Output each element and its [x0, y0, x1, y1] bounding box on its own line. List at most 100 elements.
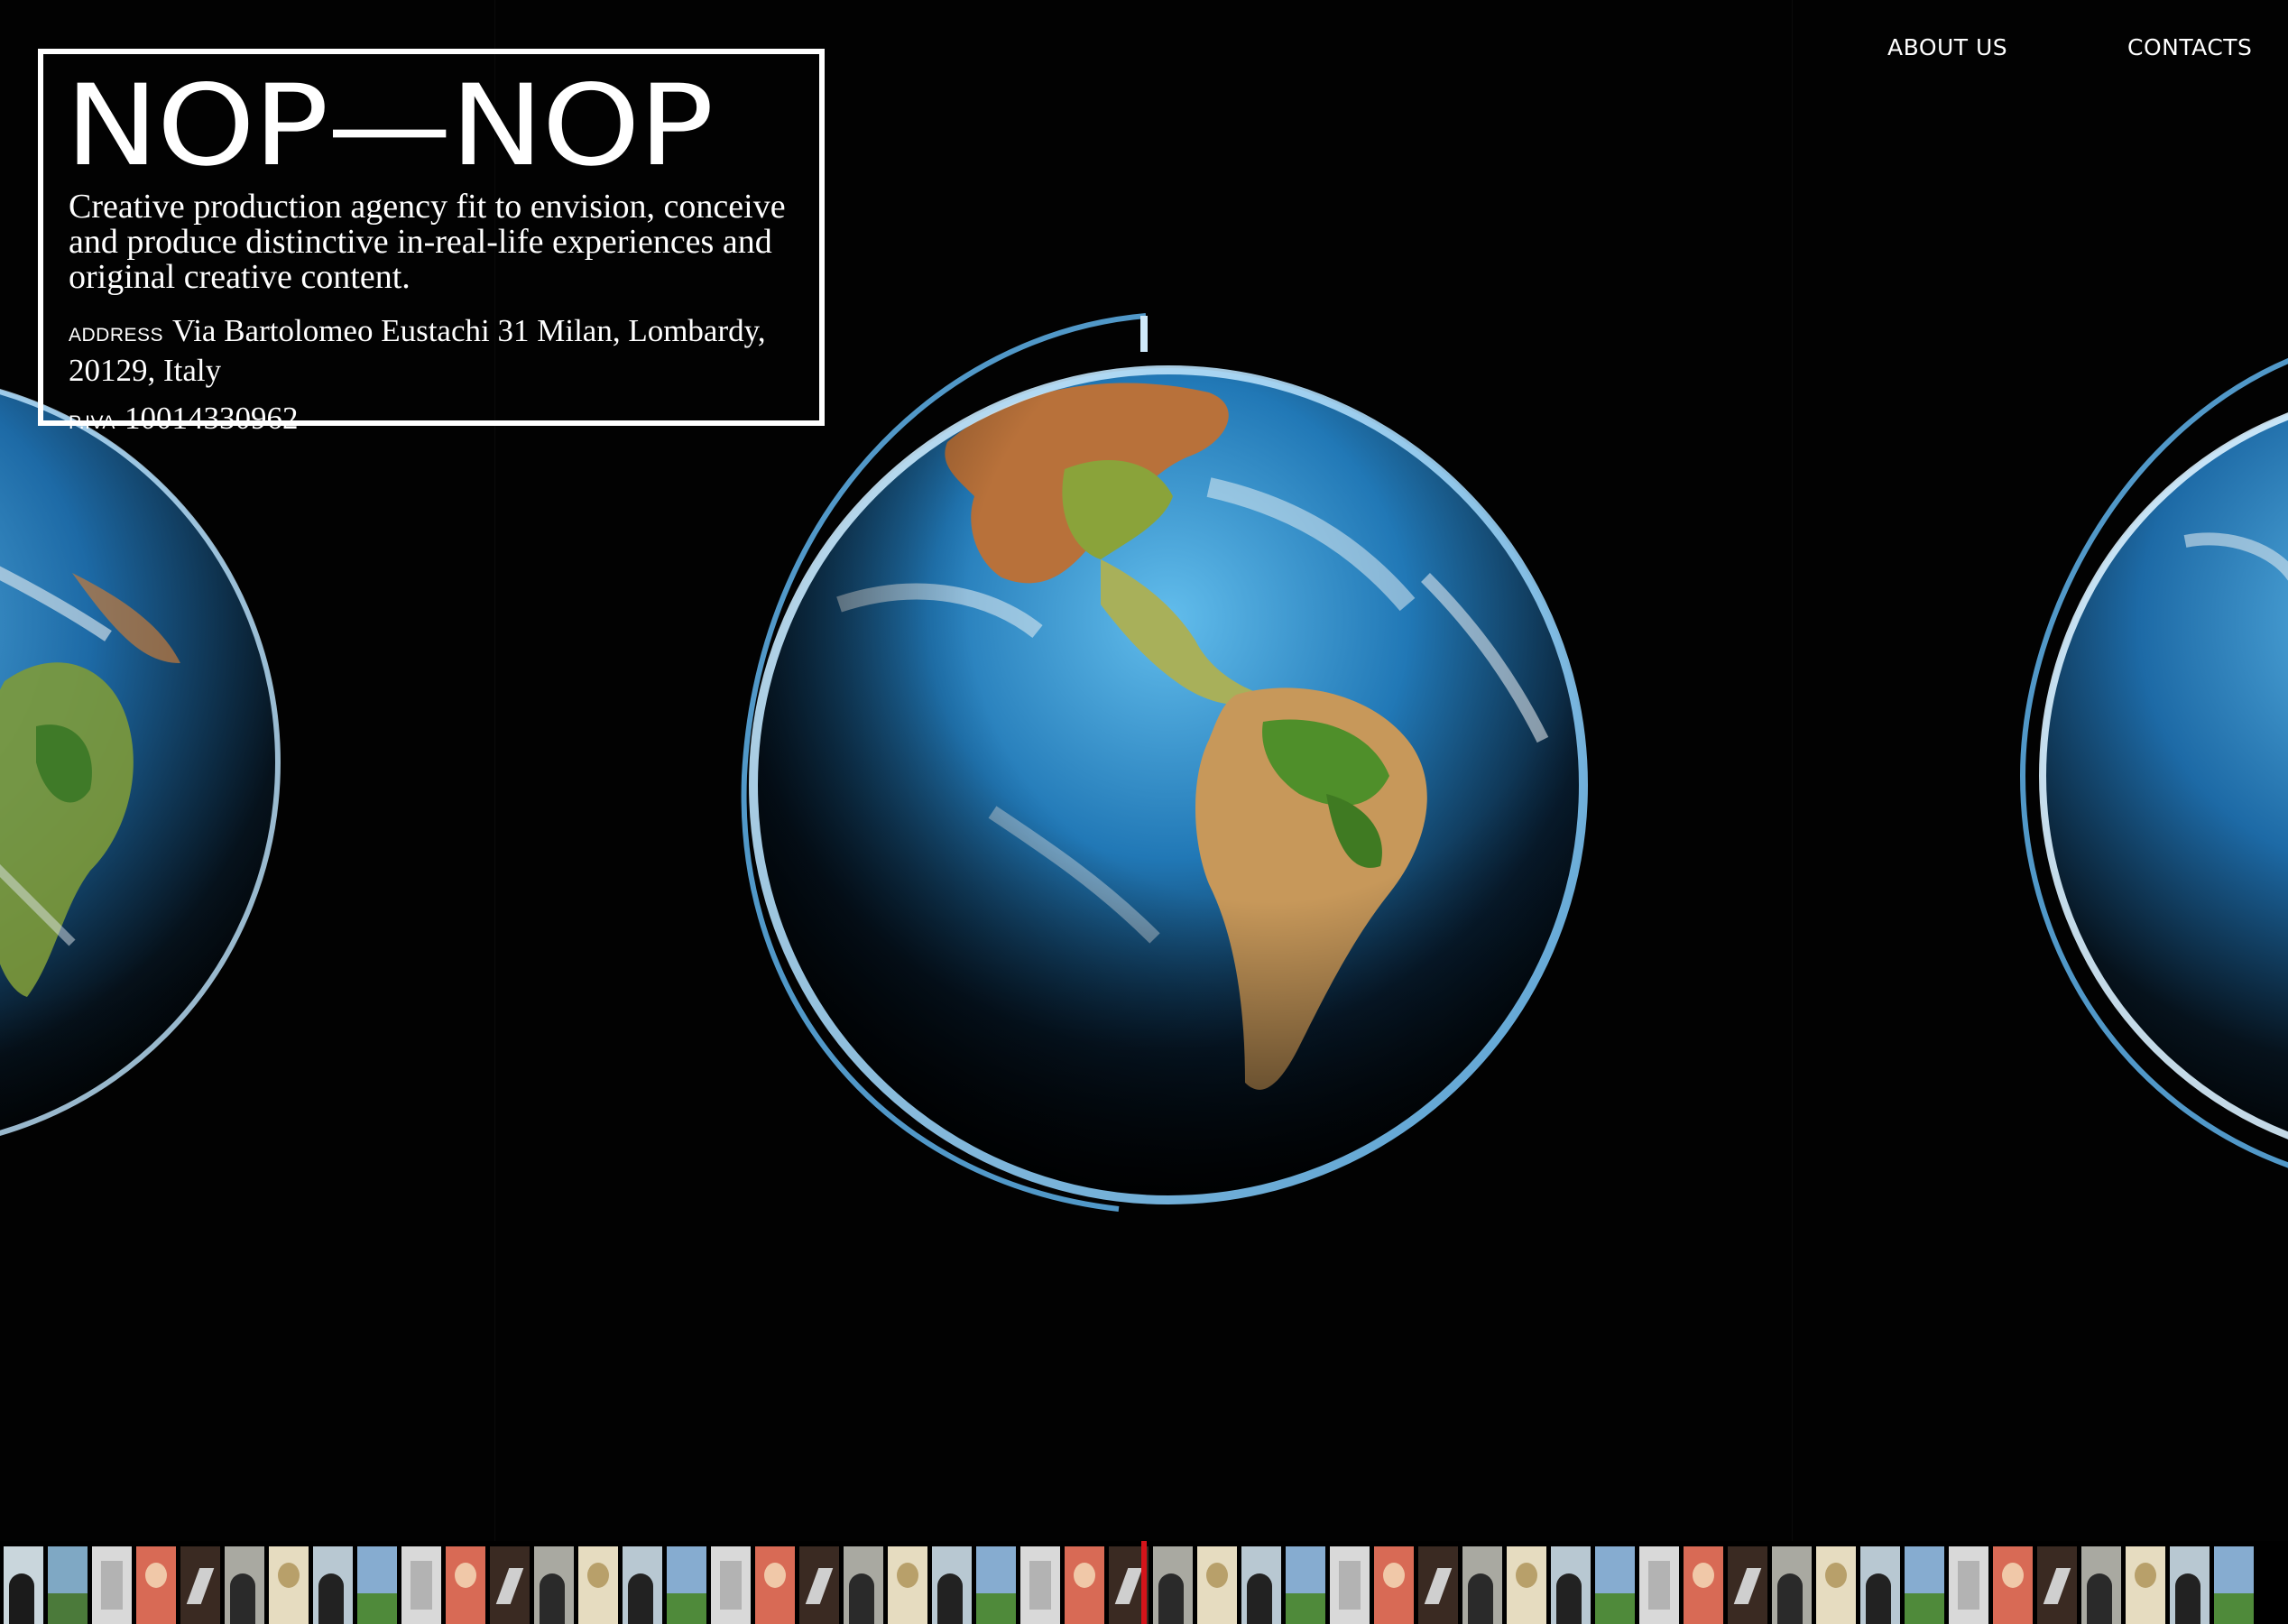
thumbnail-figure — [1733, 1568, 1762, 1604]
thumbnail-figure — [186, 1568, 215, 1604]
thumbnail-figure — [1648, 1561, 1670, 1610]
nav-contacts[interactable]: CONTACTS — [2127, 34, 2252, 60]
thumbnail[interactable] — [269, 1546, 309, 1624]
thumbnail[interactable] — [623, 1546, 662, 1624]
thumbnail[interactable] — [667, 1546, 706, 1624]
playhead-indicator[interactable] — [1141, 1541, 1147, 1624]
thumbnail[interactable] — [799, 1546, 839, 1624]
thumbnail[interactable] — [1860, 1546, 1900, 1624]
thumbnail[interactable] — [92, 1546, 132, 1624]
thumbnail-figure — [2087, 1573, 2112, 1624]
address-value: Via Bartolomeo Eustachi 31 Milan, Lombar… — [69, 313, 766, 388]
thumbnail-figure — [849, 1573, 874, 1624]
thumbnail[interactable] — [1197, 1546, 1237, 1624]
thumbnail[interactable] — [1065, 1546, 1104, 1624]
thumbnail[interactable] — [225, 1546, 264, 1624]
thumbnail[interactable] — [1816, 1546, 1856, 1624]
piva-value: 10014330962 — [124, 401, 299, 436]
thumbnail[interactable] — [1330, 1546, 1370, 1624]
thumbnail[interactable] — [755, 1546, 795, 1624]
thumbnail[interactable] — [357, 1546, 397, 1624]
thumbnail[interactable] — [932, 1546, 972, 1624]
thumbnail-figure — [1905, 1593, 1944, 1624]
thumbnail-figure — [278, 1563, 300, 1588]
thumbnail[interactable] — [401, 1546, 441, 1624]
thumbnail-figure — [1556, 1573, 1582, 1624]
thumbnail-figure — [455, 1563, 476, 1588]
thumbnail[interactable] — [976, 1546, 1016, 1624]
thumbnail[interactable] — [1993, 1546, 2033, 1624]
thumbnail-figure — [495, 1568, 524, 1604]
thumbnail-figure — [48, 1593, 88, 1624]
vat-number: P.IVA 10014330962 — [69, 401, 794, 440]
thumbnail-figure — [9, 1573, 34, 1624]
address-label: ADDRESS — [69, 325, 164, 346]
thumbnail[interactable] — [1772, 1546, 1812, 1624]
thumbnail-figure — [2002, 1563, 2024, 1588]
thumbnail[interactable] — [4, 1546, 43, 1624]
thumbnail-figure — [805, 1568, 834, 1604]
thumbnail[interactable] — [136, 1546, 176, 1624]
globe-right — [2005, 343, 2288, 1209]
thumbnail[interactable] — [1286, 1546, 1325, 1624]
thumbnail[interactable] — [2170, 1546, 2210, 1624]
thumbnail[interactable] — [48, 1546, 88, 1624]
thumbnail-figure — [230, 1573, 255, 1624]
thumbnail[interactable] — [1905, 1546, 1944, 1624]
thumbnail-figure — [1958, 1561, 1979, 1610]
nav-about-us[interactable]: ABOUT US — [1887, 34, 2007, 60]
thumbnail-figure — [1383, 1563, 1405, 1588]
thumbnail-track — [4, 1546, 2254, 1624]
globe-left — [0, 365, 289, 1159]
thumbnail-figure — [764, 1563, 786, 1588]
thumbnail[interactable] — [1728, 1546, 1767, 1624]
thumbnail[interactable] — [313, 1546, 353, 1624]
thumbnail[interactable] — [2037, 1546, 2077, 1624]
piva-label: P.IVA — [69, 412, 115, 433]
thumbnail[interactable] — [888, 1546, 927, 1624]
thumbnail[interactable] — [1153, 1546, 1193, 1624]
thumbnail[interactable] — [1639, 1546, 1679, 1624]
thumbnail-figure — [1286, 1593, 1325, 1624]
thumbnail[interactable] — [711, 1546, 751, 1624]
thumbnail-figure — [2175, 1573, 2200, 1624]
logo[interactable]: NOP—NOP — [65, 70, 881, 182]
thumbnail-figure — [1777, 1573, 1803, 1624]
thumbnail[interactable] — [2126, 1546, 2165, 1624]
thumbnail[interactable] — [1551, 1546, 1591, 1624]
panel-divider — [1792, 0, 1793, 1541]
thumbnail[interactable] — [490, 1546, 530, 1624]
thumbnail[interactable] — [1374, 1546, 1414, 1624]
thumbnail-figure — [1339, 1561, 1361, 1610]
thumbnail[interactable] — [1020, 1546, 1060, 1624]
tagline: Creative production agency fit to envisi… — [69, 188, 786, 296]
thumbnail-figure — [976, 1593, 1016, 1624]
thumbnail-figure — [2135, 1563, 2156, 1588]
thumbnail-figure — [318, 1573, 344, 1624]
thumbnail[interactable] — [2081, 1546, 2121, 1624]
thumbnail-figure — [1029, 1561, 1051, 1610]
thumbnail-figure — [540, 1573, 565, 1624]
thumbnail[interactable] — [578, 1546, 618, 1624]
thumbnail[interactable] — [180, 1546, 220, 1624]
thumbnail[interactable] — [446, 1546, 485, 1624]
thumbnail-figure — [1468, 1573, 1493, 1624]
thumbnail[interactable] — [1462, 1546, 1502, 1624]
thumbnail[interactable] — [534, 1546, 574, 1624]
thumbnail-figure — [1424, 1568, 1453, 1604]
thumbnail-figure — [2043, 1568, 2071, 1604]
thumbnail[interactable] — [2214, 1546, 2254, 1624]
thumbnail[interactable] — [844, 1546, 883, 1624]
thumbnail-figure — [1866, 1573, 1891, 1624]
thumbnail[interactable] — [1241, 1546, 1281, 1624]
thumbnail-figure — [411, 1561, 432, 1610]
thumbnail[interactable] — [1507, 1546, 1546, 1624]
thumbnail-figure — [1114, 1568, 1143, 1604]
thumbnail[interactable] — [1949, 1546, 1988, 1624]
thumbnail[interactable] — [1684, 1546, 1723, 1624]
thumbnail-figure — [667, 1593, 706, 1624]
thumbnail[interactable] — [1418, 1546, 1458, 1624]
thumbnail[interactable] — [1595, 1546, 1635, 1624]
thumbnail-figure — [1158, 1573, 1184, 1624]
thumbnail-figure — [2214, 1593, 2254, 1624]
